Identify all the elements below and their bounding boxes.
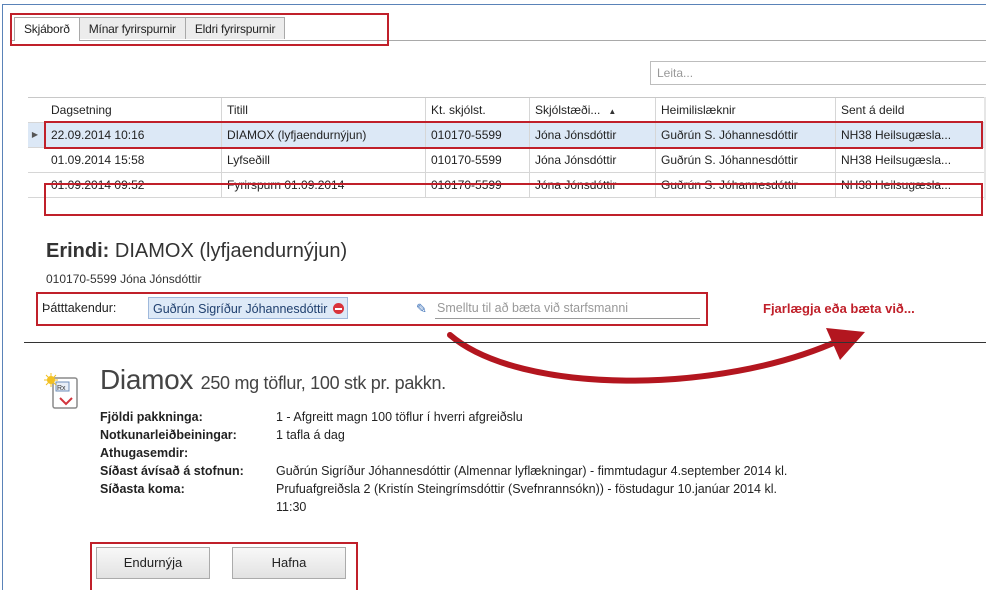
reject-button[interactable]: Hafna [232,547,346,579]
table-cell: DIAMOX (lyfjaendurnýjun) [222,123,426,147]
detail-key: Síðasta koma: [100,482,185,496]
tab-divider [12,40,986,41]
detail-value: 1 - Afgreitt magn 100 töflur í hverri af… [276,410,523,424]
table-cell: Jóna Jónsdóttir [530,173,656,197]
column-header-date[interactable]: Dagsetning [46,98,222,122]
column-header-client-label: Skjólstæði... [535,103,601,117]
table-cell: 22.09.2014 10:16 [46,123,222,147]
drug-name: Diamox [100,364,194,395]
svg-text:Rx: Rx [57,385,66,392]
participants-label: Þátttakendur: [42,301,117,315]
tab-strip: Skjáborð Mínar fyrirspurnir Eldri fyrirs… [14,17,286,41]
action-buttons: Endurnýja Hafna [96,547,368,579]
query-table: Dagsetning Titill Kt. skjólst. Skjólstæð… [28,97,986,198]
patient-info: 010170-5599 Jóna Jónsdóttir [46,272,202,286]
add-participant-input[interactable]: Smelltu til að bæta við starfsmanni [435,298,700,319]
table-header: Dagsetning Titill Kt. skjólst. Skjólstæð… [28,98,986,123]
table-cell: 01.09.2014 15:58 [46,148,222,172]
detail-value: 1 tafla á dag [276,428,345,442]
participants-bar: Þátttakendur: Guðrún Sigríður Jóhannesdó… [36,292,708,326]
column-header-ssn[interactable]: Kt. skjólst. [426,98,530,122]
detail-row: Fjöldi pakkninga: 1 - Afgreitt magn 100 t… [100,408,986,426]
table-cell: Jóna Jónsdóttir [530,148,656,172]
renew-button[interactable]: Endurnýja [96,547,210,579]
table-cell: Guðrún S. Jóhannesdóttir [656,123,836,147]
participant-token[interactable]: Guðrún Sigríður Jóhannesdóttir [148,297,349,319]
detail-value: 11:30 [276,500,307,514]
detail-key: Notkunarleiðbeiningar: [100,428,237,442]
detail-row: Athugasemdir: [100,444,986,462]
table-cell: NH38 Heilsugæsla... [841,153,952,167]
tab-my-queries[interactable]: Mínar fyrirspurnir [78,17,186,39]
row-pointer-icon: ▶ [31,130,39,139]
sort-ascending-icon: ▲ [608,107,617,116]
table-cell: Fyrirspurn 01.09.2014 [222,173,426,197]
search-input[interactable]: Leita... [650,61,986,85]
table-cell: Lyfseðill [222,148,426,172]
detail-value: Guðrún Sigríður Jóhannesdóttir (Almennar… [276,464,788,478]
erindi-title: DIAMOX (lyfjaendurnýjun) [114,240,348,262]
detail-key: Fjöldi pakkninga: [100,410,203,424]
prescription-document-icon: Rx [44,373,78,409]
table-cell: Jóna Jónsdóttir [530,123,656,147]
table-cell: 010170-5599 [426,173,530,197]
table-cell: NH38 Heilsugæsla... [841,128,952,142]
detail-row: Síðasta koma: Prufuafgreiðsla 2 (Kristín … [100,480,986,498]
detail-key: Síðast ávísað á stofnun: [100,464,244,478]
table-cell: Guðrún S. Jóhannesdóttir [656,148,836,172]
column-header-client[interactable]: Skjólstæði... ▲ [530,98,656,122]
table-cell: 010170-5599 [426,148,530,172]
table-row[interactable]: 01.09.2014 15:58 Lyfseðill 010170-5599 J… [28,148,986,173]
detail-value [276,444,986,462]
page-title: Erindi: DIAMOX (lyfjaendurnýjun) [46,240,347,263]
table-row[interactable]: ▶ 22.09.2014 10:16 DIAMOX (lyfjaendurnýj… [28,123,986,148]
column-header-department[interactable]: Sent á deild [836,98,986,122]
column-header-title[interactable]: Titill [222,98,426,122]
detail-key [100,498,276,516]
detail-row: 11:30 [100,498,986,516]
erindi-label: Erindi: [46,240,110,262]
detail-row: Notkunarleiðbeiningar: 1 tafla á dag [100,426,986,444]
detail-row: Síðast ávísað á stofnun: Guðrún Sigríður … [100,462,986,480]
detail-value: Prufuafgreiðsla 2 (Kristín Steingrímsdót… [276,482,777,496]
table-cell: 010170-5599 [426,123,530,147]
table-cell: NH38 Heilsugæsla... [841,178,952,192]
callout-text: Fjarlægja eða bæta við... [763,301,915,316]
drug-title: Diamox 250 mg töflur, 100 stk pr. pakkn. [100,364,446,396]
table-cell: Guðrún S. Jóhannesdóttir [656,173,836,197]
section-divider [24,342,986,343]
drug-details: Fjöldi pakkninga: 1 - Afgreitt magn 100 t… [100,408,986,516]
pencil-icon[interactable]: ✎ [416,301,427,317]
participant-name: Guðrún Sigríður Jóhannesdóttir [153,302,328,316]
detail-key: Athugasemdir: [100,446,189,460]
column-header-gp[interactable]: Heimilislæknir [656,98,836,122]
tab-dashboard[interactable]: Skjáborð [14,17,80,41]
table-row[interactable]: 01.09.2014 09:52 Fyrirspurn 01.09.2014 0… [28,173,986,198]
drug-description: 250 mg töflur, 100 stk pr. pakkn. [200,373,447,393]
tab-older-queries[interactable]: Eldri fyrirspurnir [184,17,286,39]
remove-circle-icon[interactable] [333,303,345,314]
table-cell: 01.09.2014 09:52 [46,173,222,197]
